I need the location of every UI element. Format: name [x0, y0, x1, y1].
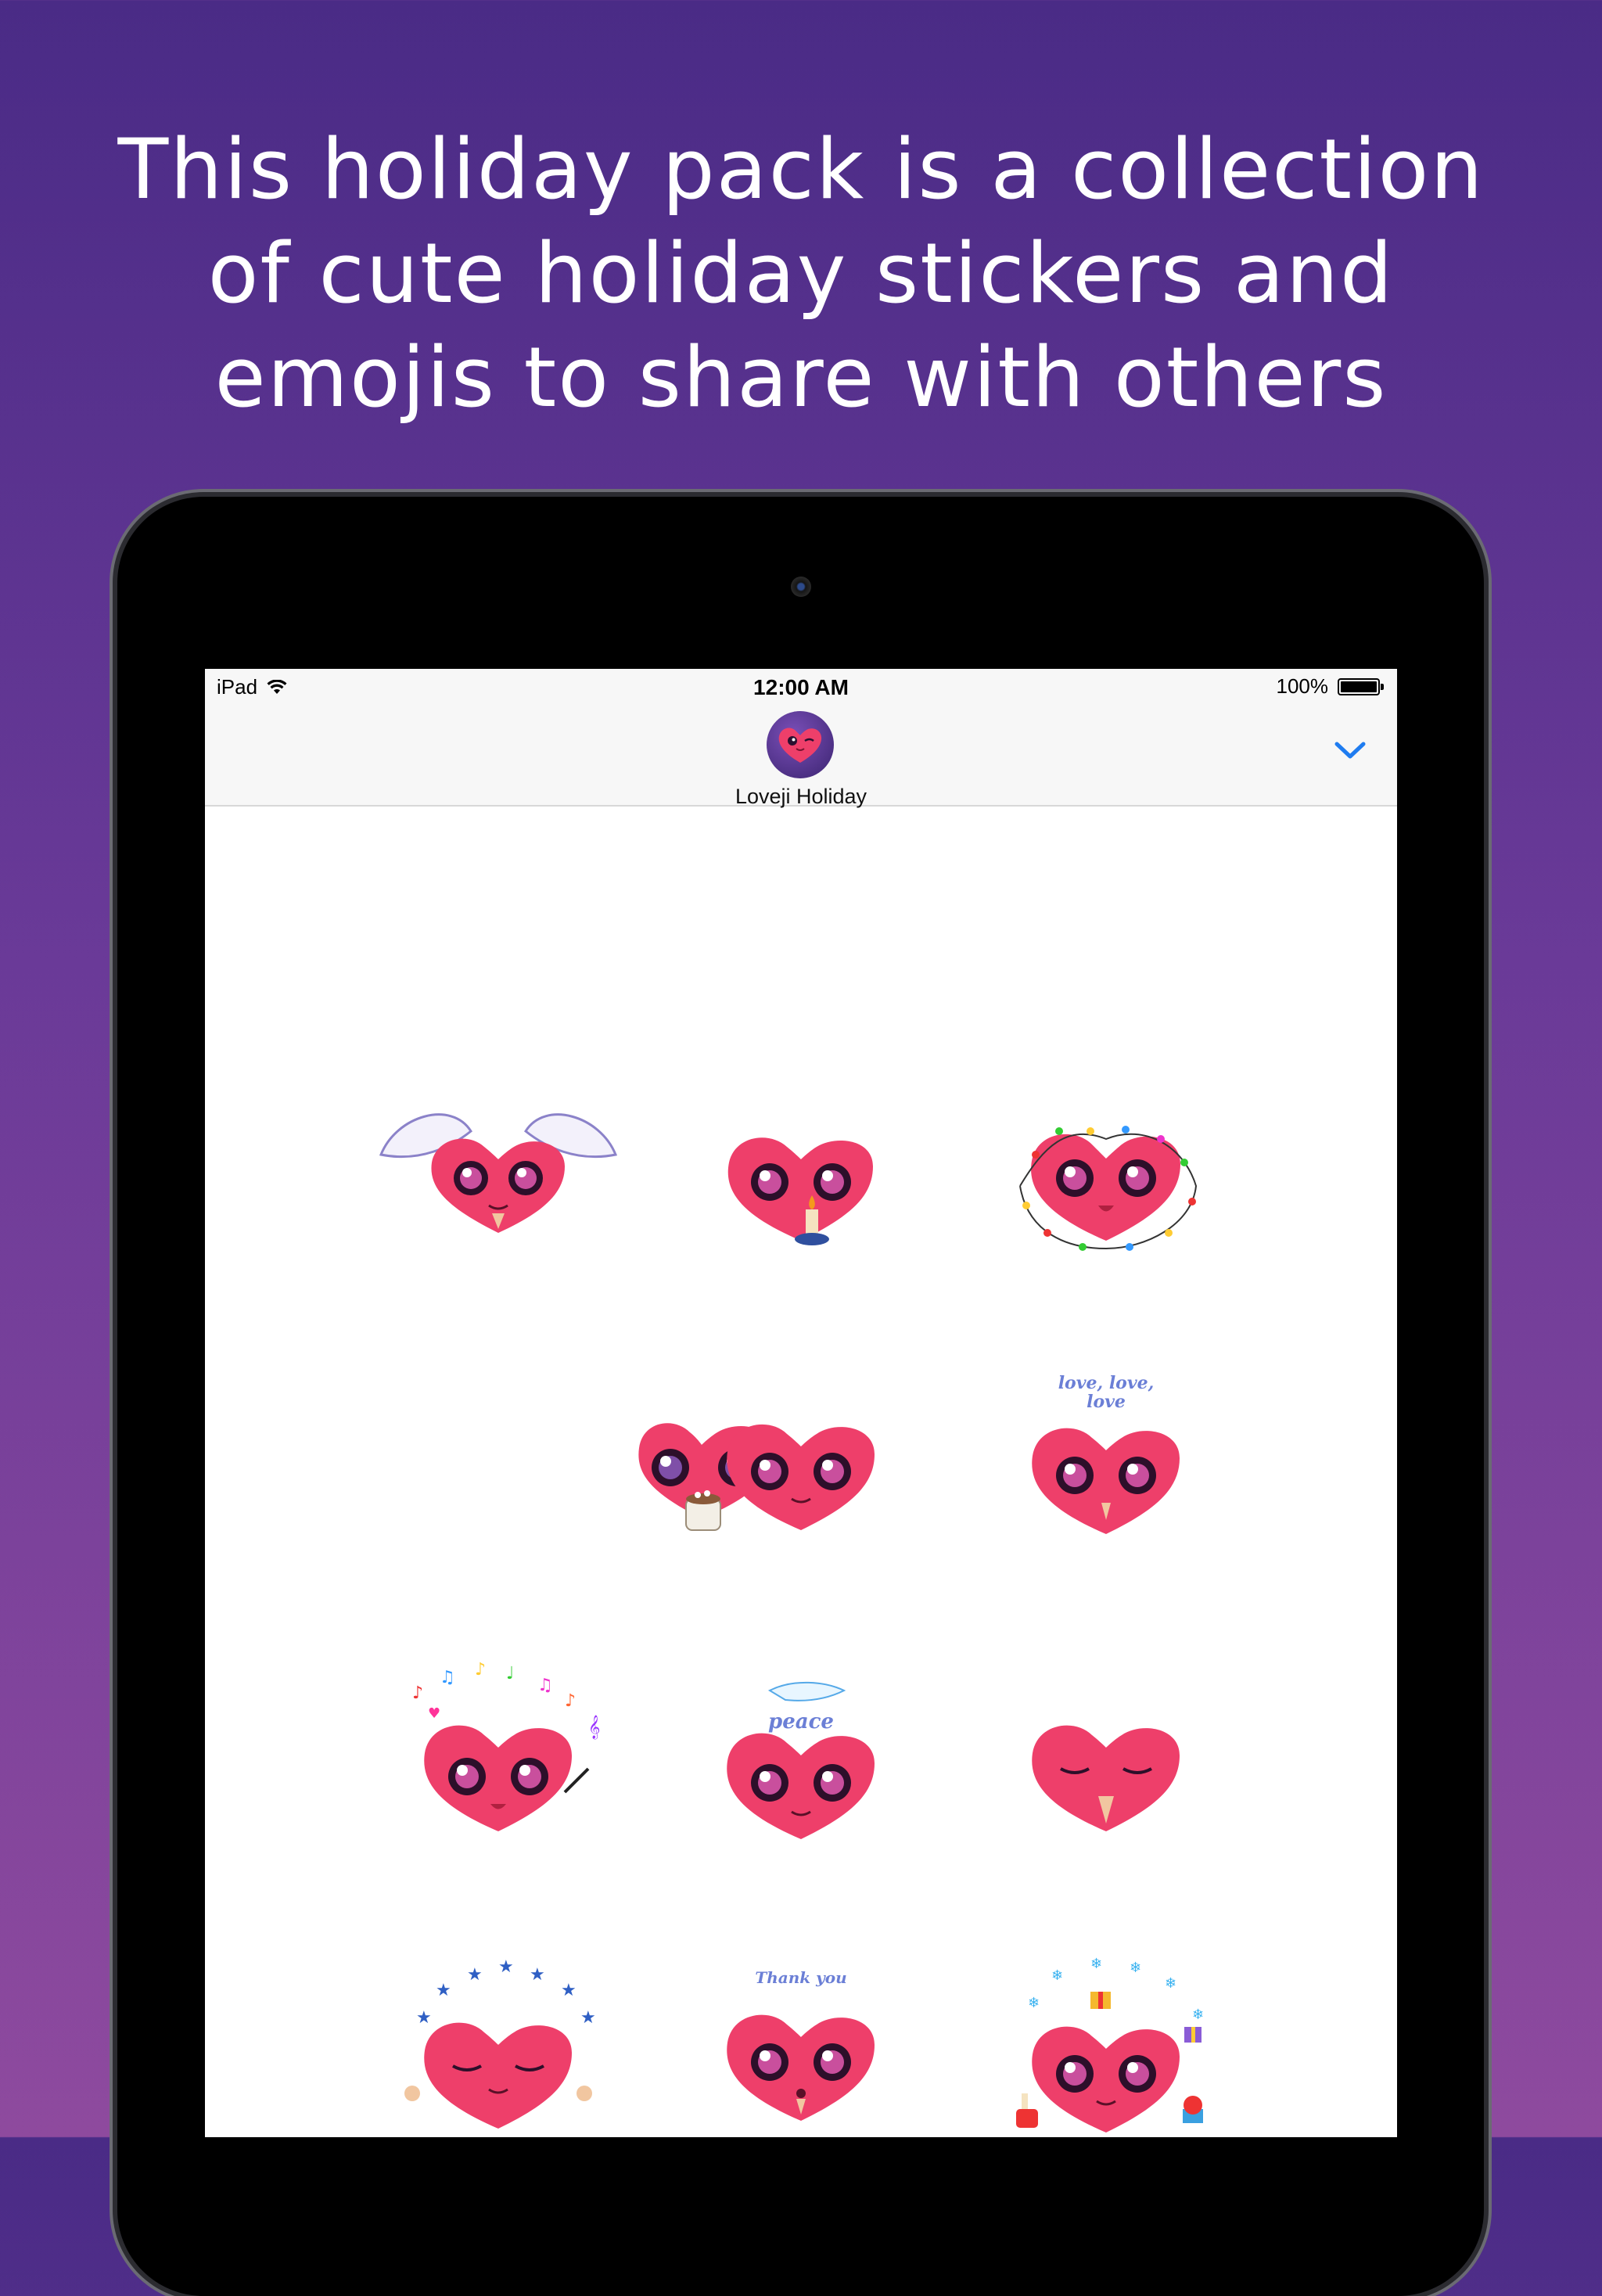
sticker-caption-love: love, love, love [1058, 1373, 1155, 1412]
svg-text:★: ★ [416, 2008, 432, 2028]
sticker-angel-wings-heart[interactable] [365, 1053, 631, 1288]
status-time: 12:00 AM [753, 675, 849, 699]
svg-text:❄: ❄ [1130, 1960, 1141, 1976]
sticker-smiling-heart[interactable] [668, 1338, 934, 1573]
svg-text:♩: ♩ [506, 1664, 514, 1683]
headline: This holiday pack is a collection of cut… [0, 117, 1602, 429]
mug-icon [1016, 2093, 1038, 2128]
app-icon[interactable] [767, 711, 834, 778]
svg-text:♥: ♥ [428, 1705, 440, 1722]
headline-line-2: of cute holiday stickers and [207, 225, 1395, 322]
status-bar: iPad 12:00 AM 100% [205, 669, 1397, 703]
sticker-thank-you-heart[interactable]: Thank you [668, 1933, 934, 2137]
wings-icon [379, 1113, 618, 1159]
front-camera [791, 577, 811, 597]
status-right: 100% [1276, 674, 1384, 699]
sticker-caption-thank-you: Thank you [755, 1968, 847, 1987]
app-header: Loveji Holiday [205, 703, 1397, 808]
svg-text:❄: ❄ [1090, 1956, 1102, 1972]
snowflakes-icon: ❄ ❄ ❄ ❄ ❄ ❄ [1028, 1956, 1204, 2023]
sticker-love-love-love-heart[interactable]: love, love, love [973, 1338, 1239, 1573]
svg-text:♫: ♫ [440, 1668, 455, 1687]
svg-text:𝄞: 𝄞 [588, 1715, 600, 1740]
svg-text:★: ★ [498, 1957, 514, 1977]
sticker-string-lights-heart[interactable] [973, 1053, 1239, 1288]
sticker-stars-heart[interactable]: ★ ★ ★ ★ ★ ★ ★ [365, 1933, 631, 2137]
dove-icon [767, 1681, 846, 1701]
chevron-down-icon[interactable] [1333, 735, 1367, 766]
battery-icon [1338, 677, 1384, 695]
svg-text:♪: ♪ [475, 1660, 486, 1680]
app-name: Loveji Holiday [735, 785, 867, 808]
svg-text:★: ★ [436, 1981, 451, 2000]
svg-text:★: ★ [561, 1981, 577, 2000]
sticker-caption-peace: peace [768, 1710, 834, 1734]
headline-line-1: This holiday pack is a collection [117, 121, 1485, 217]
cupcake-icon [1183, 2096, 1203, 2123]
svg-text:♫: ♫ [537, 1676, 553, 1695]
sticker-grid: love, love, love ♪ ♫ ♪ ♩ ♫ ♪ 𝄞 ♥ peace ★… [205, 807, 1397, 2136]
svg-text:❄: ❄ [1192, 2007, 1204, 2023]
svg-text:♪: ♪ [412, 1683, 423, 1703]
svg-text:♪: ♪ [565, 1691, 576, 1711]
svg-text:❄: ❄ [1165, 1975, 1176, 1992]
sticker-peace-dove-heart[interactable]: peace [668, 1636, 934, 1870]
sticker-candle-heart[interactable] [668, 1053, 934, 1288]
headline-line-3: emojis to share with others [214, 329, 1388, 426]
svg-text:❄: ❄ [1051, 1967, 1063, 1984]
svg-text:★: ★ [467, 1965, 483, 1985]
sticker-gifts-snowflakes-heart[interactable]: ❄ ❄ ❄ ❄ ❄ ❄ [973, 1933, 1239, 2137]
battery-percentage: 100% [1276, 674, 1329, 698]
sticker-praying-heart[interactable] [973, 1636, 1239, 1870]
music-notes-icon: ♪ ♫ ♪ ♩ ♫ ♪ 𝄞 ♥ [412, 1660, 600, 1740]
svg-text:★: ★ [530, 1965, 545, 1985]
svg-text:❄: ❄ [1028, 1995, 1040, 2011]
svg-text:★: ★ [580, 2008, 596, 2028]
sticker-music-notes-heart[interactable]: ♪ ♫ ♪ ♩ ♫ ♪ 𝄞 ♥ [365, 1636, 631, 1870]
stars-icon: ★ ★ ★ ★ ★ ★ ★ [416, 1957, 596, 2028]
ipad-screen: iPad 12:00 AM 100% Loveji Holiday love, … [205, 669, 1397, 2137]
